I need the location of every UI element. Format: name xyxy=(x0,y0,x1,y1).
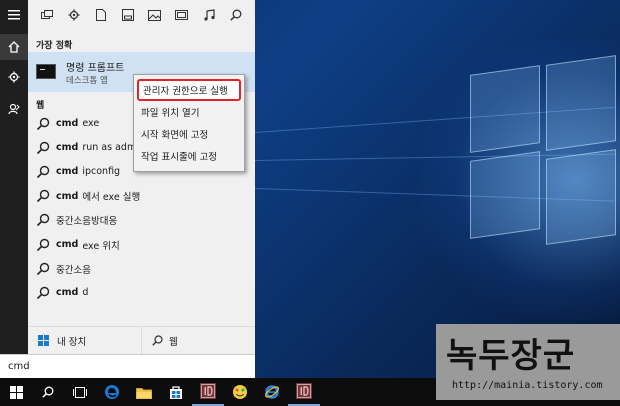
my-stuff-label: 내 장치 xyxy=(57,336,87,348)
indesign-taskbar-button[interactable] xyxy=(192,378,224,406)
smiley-app-icon xyxy=(233,385,247,399)
settings-icon xyxy=(68,9,80,21)
task-view-button[interactable] xyxy=(64,378,96,406)
result-bold-term: cmd xyxy=(56,142,79,154)
videos-filter-button[interactable] xyxy=(170,3,194,27)
windows-start-icon xyxy=(9,385,23,399)
result-bold-term: cmd xyxy=(56,190,79,202)
settings-button[interactable] xyxy=(0,64,28,90)
store-bag-icon xyxy=(170,386,182,399)
web-result-item[interactable]: cmd d xyxy=(28,281,255,304)
result-rest-text: d xyxy=(82,287,89,299)
web-search-label: 웹 xyxy=(169,336,178,348)
run-as-admin-menu-item[interactable]: 관리자 권한으로 실행 xyxy=(137,79,241,101)
home-button[interactable] xyxy=(0,34,28,60)
watermark-title: 녹두장군 xyxy=(446,336,576,376)
search-icon xyxy=(36,286,50,299)
colorful-app-taskbar-button[interactable] xyxy=(224,378,256,406)
web-result-item[interactable]: cmd exe 위치 xyxy=(28,233,255,256)
id-app-icon xyxy=(296,383,312,399)
windows-logo-wallpaper xyxy=(470,55,620,245)
photos-icon xyxy=(148,9,162,21)
feedback-person-icon xyxy=(8,103,20,115)
search-icon xyxy=(152,335,163,346)
folder-icon xyxy=(136,387,152,399)
context-menu: 관리자 권한으로 실행 파일 위치 열기 시작 화면에 고정 작업 표시줄에 고… xyxy=(133,74,245,172)
edge-browser-icon xyxy=(105,385,119,399)
best-match-app-type: 데스크톱 앱 xyxy=(66,76,108,86)
apps-icon xyxy=(41,10,54,19)
hamburger-menu-button[interactable] xyxy=(0,2,28,28)
internet-explorer-taskbar-button[interactable] xyxy=(256,378,288,406)
result-rest-text: 중간소음 xyxy=(56,264,91,276)
internet-explorer-icon xyxy=(265,385,279,399)
music-filter-button[interactable] xyxy=(197,3,221,27)
result-bold-term: cmd xyxy=(56,287,79,299)
result-rest-text: run as admi xyxy=(82,142,139,154)
feedback-button[interactable] xyxy=(0,96,28,122)
web-section-heading: 웹 xyxy=(36,101,45,111)
search-icon xyxy=(36,238,50,251)
home-icon xyxy=(8,41,20,53)
search-scope-bar: 내 장치 웹 xyxy=(28,326,255,354)
start-button[interactable] xyxy=(0,378,32,406)
videos-icon xyxy=(175,10,189,20)
search-icon xyxy=(36,189,50,203)
hamburger-icon xyxy=(8,10,20,20)
apps-filter-button[interactable] xyxy=(35,3,59,27)
search-filter-button[interactable] xyxy=(224,3,248,27)
web-result-item[interactable]: 중간소음방대응 xyxy=(28,209,255,232)
search-filter-toolbar xyxy=(28,0,255,30)
best-match-app-name: 명령 프롬프트 xyxy=(66,63,125,74)
windows-icon xyxy=(38,335,49,346)
music-icon xyxy=(204,9,215,21)
taskbar-search-input[interactable]: cmd xyxy=(0,354,255,378)
edge-taskbar-button[interactable] xyxy=(96,378,128,406)
web-search-button[interactable]: 웹 xyxy=(142,327,255,354)
pin-to-taskbar-menu-item[interactable]: 작업 표시줄에 고정 xyxy=(134,145,244,167)
search-icon xyxy=(36,214,50,227)
gear-icon xyxy=(8,71,20,83)
search-input-value: cmd xyxy=(8,361,30,372)
open-file-location-menu-item[interactable]: 파일 위치 열기 xyxy=(134,101,244,123)
result-rest-text: exe 위치 xyxy=(82,240,120,252)
best-match-heading: 가장 정확 xyxy=(36,41,73,51)
documents-filter-button[interactable] xyxy=(89,3,113,27)
taskbar-search-button[interactable] xyxy=(32,378,64,406)
store-taskbar-button[interactable] xyxy=(160,378,192,406)
web-result-item[interactable]: 중간소음 xyxy=(28,257,255,280)
settings-filter-button[interactable] xyxy=(62,3,86,27)
result-bold-term: cmd xyxy=(56,166,79,178)
search-icon xyxy=(36,117,50,130)
search-results-panel: 가장 정확 명령 프롬프트 데스크톱 앱 웹 cmd exe cmd run as a… xyxy=(0,0,255,378)
blog-watermark: 녹두장군 http://mainia.tistory.com xyxy=(436,324,620,400)
search-icon xyxy=(36,165,50,178)
result-rest-text: ipconfig xyxy=(82,166,121,178)
task-view-icon xyxy=(73,386,87,398)
photos-filter-button[interactable] xyxy=(143,3,167,27)
documents-icon xyxy=(96,9,107,21)
folders-icon xyxy=(122,9,135,21)
result-bold-term: cmd xyxy=(56,239,79,250)
folders-filter-button[interactable] xyxy=(116,3,140,27)
result-rest-text: 에서 exe 실행 xyxy=(82,192,141,204)
id-app-icon xyxy=(200,383,216,399)
search-icon xyxy=(229,9,242,21)
watermark-url: http://mainia.tistory.com xyxy=(452,380,603,391)
command-prompt-icon xyxy=(36,64,56,79)
result-rest-text: exe xyxy=(82,118,100,129)
indesign-taskbar-button-2[interactable] xyxy=(288,378,320,406)
web-result-item[interactable]: cmd 에서 exe 실행 xyxy=(28,185,255,208)
pin-to-start-menu-item[interactable]: 시작 화면에 고정 xyxy=(134,123,244,145)
search-icon xyxy=(36,141,50,154)
file-explorer-taskbar-button[interactable] xyxy=(128,378,160,406)
start-left-rail xyxy=(0,0,28,378)
search-icon xyxy=(42,386,54,398)
search-icon xyxy=(36,262,50,275)
result-rest-text: 중간소음방대응 xyxy=(56,216,118,228)
result-bold-term: cmd xyxy=(56,118,79,129)
my-stuff-button[interactable]: 내 장치 xyxy=(28,327,142,354)
